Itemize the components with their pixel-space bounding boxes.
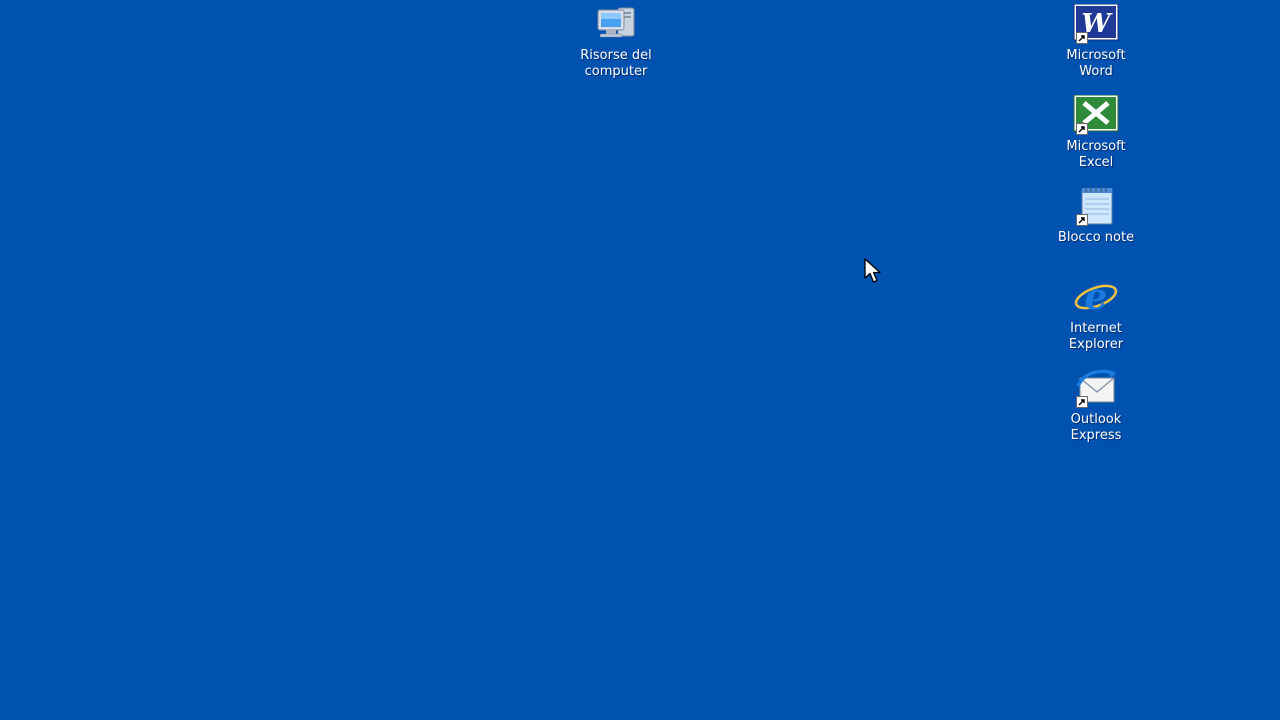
desktop-icon-internet-explorer[interactable]: e Internet Explorer (1046, 277, 1146, 353)
my-computer-icon (592, 4, 640, 44)
shortcut-arrow-icon (1076, 396, 1088, 408)
desktop-icon-label: Blocco note (1057, 230, 1135, 245)
desktop-icon-label: Internet Explorer (1068, 321, 1124, 352)
excel-icon (1072, 95, 1120, 135)
shortcut-arrow-icon (1076, 123, 1088, 135)
desktop[interactable]: Risorse del computer W Microsoft Word Mi… (0, 0, 1280, 720)
mouse-pointer-icon (864, 258, 884, 286)
shortcut-arrow-icon (1076, 214, 1088, 226)
desktop-icon-notepad[interactable]: Blocco note (1046, 186, 1146, 246)
desktop-icon-my-computer[interactable]: Risorse del computer (566, 4, 666, 80)
outlook-express-icon (1072, 368, 1120, 408)
shortcut-arrow-icon (1076, 32, 1088, 44)
desktop-icon-microsoft-excel[interactable]: Microsoft Excel (1046, 95, 1146, 171)
notepad-icon (1072, 186, 1120, 226)
internet-explorer-icon: e (1072, 277, 1120, 317)
desktop-icon-label: Risorse del computer (580, 48, 652, 79)
desktop-icon-outlook-express[interactable]: Outlook Express (1046, 368, 1146, 444)
svg-text:e: e (1085, 277, 1108, 317)
desktop-icon-label: Microsoft Excel (1066, 139, 1126, 170)
desktop-icon-label: Outlook Express (1070, 412, 1122, 443)
desktop-icon-label: Microsoft Word (1066, 48, 1126, 79)
desktop-icon-microsoft-word[interactable]: W Microsoft Word (1046, 4, 1146, 80)
word-icon: W (1072, 4, 1120, 44)
